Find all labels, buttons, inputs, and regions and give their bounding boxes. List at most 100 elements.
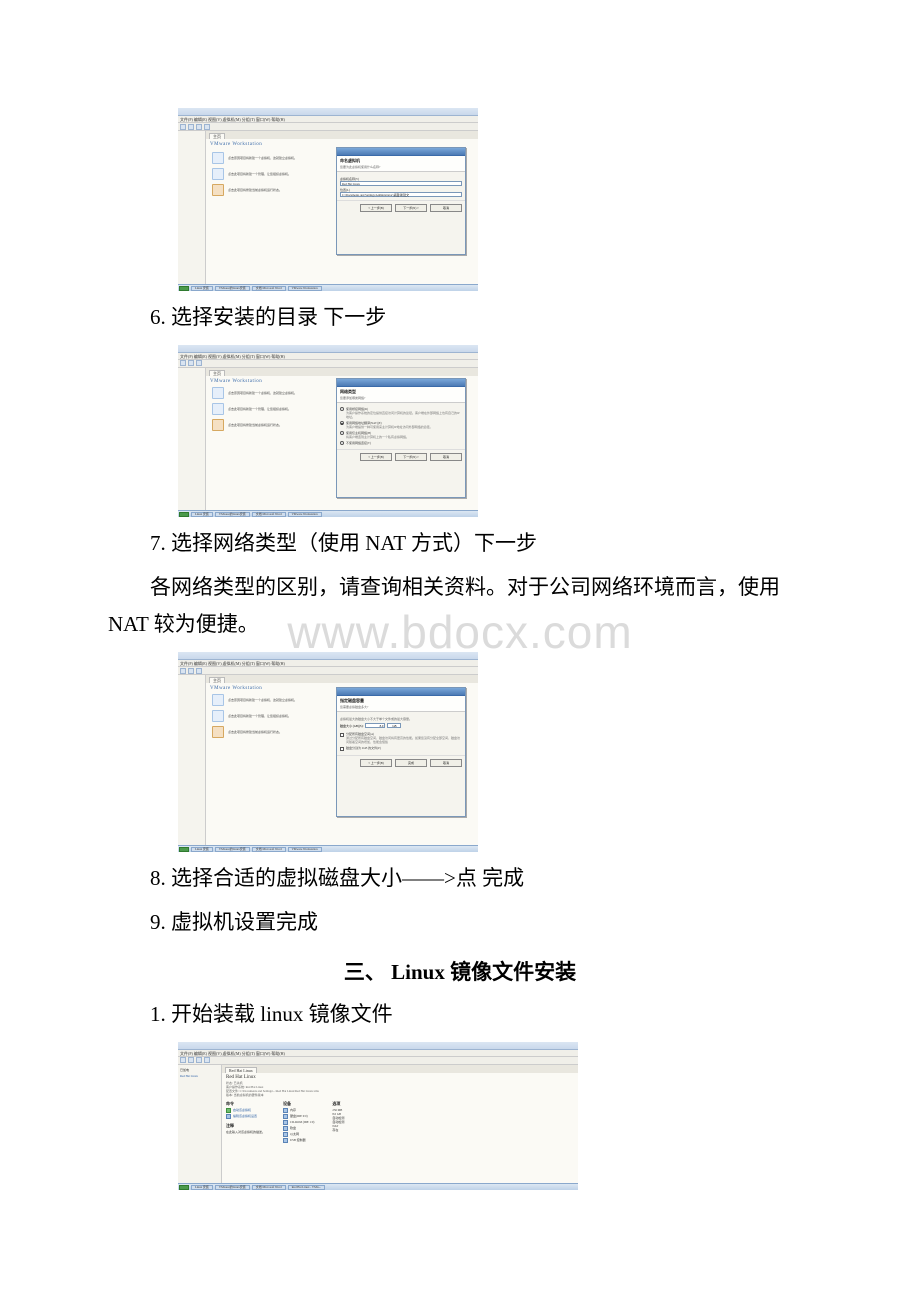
ver-label: 版本: xyxy=(226,1093,233,1097)
vm-menubar: 文件(F) 编辑(E) 视图(V) 虚拟机(M) 分组(T) 窗口(W) 帮助(… xyxy=(178,353,478,360)
devices-section-label: 设备 xyxy=(283,1101,314,1107)
wizard-dialog-network: 网络类型 您要添加哪类网络? 使用桥接网络(R) 为客户操作系统的定位提供直接访… xyxy=(336,378,466,498)
network-icon xyxy=(283,1132,288,1137)
radio-desc: 为客户端提供一种可使用来主计算机IP地址访问外部网络的途径。 xyxy=(346,425,433,429)
dev-key: 硬盘(IDE 0:0) xyxy=(290,1114,308,1118)
start-button-icon xyxy=(179,512,189,517)
next-button[interactable]: 下一步(N) > xyxy=(395,453,427,461)
dev-key: 内存 xyxy=(290,1108,296,1112)
cmd-start-vm[interactable]: 启动该虚拟机 xyxy=(226,1108,265,1113)
vm-tab-strip: 主页 xyxy=(206,131,478,139)
screenshot-disk-dialog: 文件(F) 编辑(E) 视图(V) 虚拟机(M) 分组(T) 窗口(W) 帮助(… xyxy=(178,652,478,852)
network-option-none[interactable]: 不使用网络连接(T) xyxy=(340,440,462,447)
device-hdd: 硬盘(IDE 0:0) xyxy=(283,1114,314,1119)
cancel-button[interactable]: 取消 xyxy=(430,453,462,461)
dev-key: 以太网 xyxy=(290,1132,299,1136)
step-7-note: 各网络类型的区别，请查询相关资料。对于公司网络环境而言，使用 NAT 较为便捷。 xyxy=(108,569,812,645)
vm-main-area: 主页 VMware Workstation 点击原因项目将新建一个虚拟机，这就建… xyxy=(206,675,478,845)
radio-label: 不使用网络连接(T) xyxy=(346,441,371,445)
next-button[interactable]: 下一步(N) > xyxy=(395,204,427,212)
disk-size-row: 磁盘大小 (GB)(S): 8.0 GB xyxy=(340,723,462,728)
vm-tab-strip: 主页 xyxy=(206,675,478,683)
dev-value: 自动检测 xyxy=(332,1120,344,1124)
dialog-body: 虚拟机最大的磁盘大小不大于单个文件或的最大容量。 磁盘大小 (GB)(S): 8… xyxy=(337,712,465,755)
taskbar-item: VMware的Linux安装 xyxy=(215,512,250,517)
back-button[interactable]: < 上一步(B) xyxy=(360,453,392,461)
device-memory: 内存 xyxy=(283,1108,314,1113)
step-9-text: 9. 虚拟机设置完成 xyxy=(108,904,812,942)
commands-column: 命令 启动该虚拟机 编辑该虚拟机设置 注释 在此输入对该虚拟机的描述。 xyxy=(226,1101,265,1144)
dialog-body: 虚拟机名称(V) Red Hat Linux 位置(L) C:\Document… xyxy=(337,172,465,200)
vm-toolbar xyxy=(178,360,478,368)
edit-icon xyxy=(226,1114,231,1119)
disk-size-input[interactable]: 8.0 xyxy=(365,723,385,728)
network-option-nat[interactable]: 使用网络地址翻译(NAT)(E) 为客户端提供一种可使用来主计算机IP地址访问外… xyxy=(340,420,462,430)
finish-button[interactable]: 完成 xyxy=(395,759,427,767)
device-usb: USB 控制器 xyxy=(283,1138,314,1143)
section-3-heading: 三、 Linux 镜像文件安装 xyxy=(108,956,812,986)
cancel-button[interactable]: 取消 xyxy=(430,759,462,767)
taskbar-item: VMware Workstation xyxy=(288,847,322,852)
start-button-icon xyxy=(179,847,189,852)
vm-feature-text: 点击原因项目将新建一个虚拟机，这就建立虚拟机。 xyxy=(228,698,297,702)
toolbar-button-icon xyxy=(196,360,202,366)
toolbar-button-icon xyxy=(204,124,210,130)
new-vm-icon xyxy=(212,387,224,399)
toolbar-button-icon xyxy=(188,124,194,130)
taskbar-item: VMware Workstation xyxy=(288,512,322,517)
taskbar-item: VMware Workstation xyxy=(288,286,322,291)
disk-unit-spinner[interactable]: GB xyxy=(387,723,401,728)
vm-toolbar xyxy=(178,1057,578,1065)
radio-icon xyxy=(340,407,344,411)
taskbar-item: Red Hat Linux - VMw... xyxy=(288,1185,325,1190)
cancel-button[interactable]: 取消 xyxy=(430,204,462,212)
dialog-titlebar xyxy=(337,379,465,387)
vm-tab-home: 主页 xyxy=(209,677,225,683)
dialog-heading: 指定磁盘容量 您需要虚拟磁盘多大? xyxy=(337,696,465,712)
vm-main-area: 主页 VMware Workstation 点击原因项目将新建一个虚拟机，这就建… xyxy=(206,131,478,284)
document-content: 文件(F) 编辑(E) 视图(V) 虚拟机(M) 分组(T) 窗口(W) 帮助(… xyxy=(0,0,920,1258)
ver-value: 当前虚拟机的硬件版本 xyxy=(234,1093,264,1097)
dialog-buttons: < 上一步(B) 下一步(N) > 取消 xyxy=(337,200,465,215)
cmd-edit-vm[interactable]: 编辑该虚拟机设置 xyxy=(226,1114,265,1119)
cmd-edit-label: 编辑该虚拟机设置 xyxy=(233,1114,257,1118)
vm-tab-strip: 主页 xyxy=(206,368,478,376)
toolbar-button-icon xyxy=(188,360,194,366)
back-button[interactable]: < 上一步(B) xyxy=(360,759,392,767)
disk-option-split[interactable]: 磁盘分割为 2GB 的文件(P) xyxy=(340,745,462,752)
disk-option-allocate[interactable]: 分配所有磁盘空间(A) 通过分配所有磁盘空间，磁盘访问将有更高的性能。如果您没有… xyxy=(340,731,462,745)
toolbar-button-icon xyxy=(196,668,202,674)
new-team-icon xyxy=(212,710,224,722)
windows-taskbar: Linux 安装 VMware的Linux安装 文档 Microsoft Wor… xyxy=(178,510,478,517)
dialog-titlebar xyxy=(337,688,465,696)
network-option-bridged[interactable]: 使用桥接网络(R) 为客户操作系统的定位提供直接访问计算机的途径。客户端在外部网… xyxy=(340,406,462,420)
disk-top-note: 虚拟机最大的磁盘大小不大于单个文件或的最大容量。 xyxy=(340,717,462,721)
taskbar-item: 文档 Microsoft Word xyxy=(252,512,286,517)
vm-feature-text: 点击此项目将新建一个管理，让您组织虚拟机。 xyxy=(228,172,291,176)
taskbar-item: 文档 Microsoft Word xyxy=(252,1185,286,1190)
toolbar-button-icon xyxy=(196,124,202,130)
vm-window-titlebar xyxy=(178,1042,578,1050)
options-section-label: 选项 xyxy=(332,1101,344,1107)
windows-taskbar: Linux 安装 VMware的Linux安装 文档 Microsoft Wor… xyxy=(178,845,478,852)
back-button[interactable]: < 上一步(B) xyxy=(360,204,392,212)
vm-window-titlebar xyxy=(178,108,478,116)
network-option-hostonly[interactable]: 使用仅主机网络(H) 将客户端连到主计算机上的一个私有虚拟网络。 xyxy=(340,430,462,440)
vm-feature-text: 点击此项目将修建当前虚拟机运行状态。 xyxy=(228,730,282,734)
radio-icon xyxy=(340,441,344,445)
sidebar-vm-entry[interactable]: Red Hat Linux xyxy=(180,1073,219,1079)
toolbar-button-icon xyxy=(180,360,186,366)
vm-location-input[interactable]: C:\Documents and Settings\Administrator\… xyxy=(340,192,462,197)
vm-name-input[interactable]: Red Hat Linux xyxy=(340,181,462,186)
new-vm-icon xyxy=(212,152,224,164)
dialog-buttons: < 上一步(B) 下一步(N) > 取消 xyxy=(337,449,465,464)
taskbar-item: VMware的Linux安装 xyxy=(215,1185,250,1190)
dialog-heading: 命名虚拟机 您要为此虚拟机使用什么名称? xyxy=(337,156,465,172)
vm-sidebar xyxy=(178,368,206,510)
new-vm-icon xyxy=(212,694,224,706)
toolbar-button-icon xyxy=(180,668,186,674)
vm-sidebar: 已加电 Red Hat Linux xyxy=(178,1065,222,1183)
device-values-column: 选项 256 MB 8.0 GB 自动检测 自动检测 NAT 存在 xyxy=(332,1101,344,1144)
wizard-dialog-disk: 指定磁盘容量 您需要虚拟磁盘多大? 虚拟机最大的磁盘大小不大于单个文件或的最大容… xyxy=(336,687,466,817)
vm-tab-home: 主页 xyxy=(209,133,225,139)
